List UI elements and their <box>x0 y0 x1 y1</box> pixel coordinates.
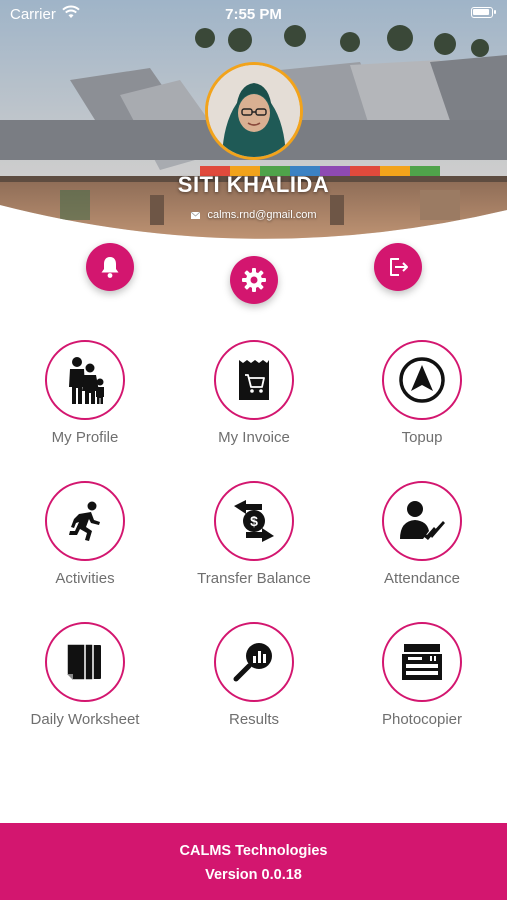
menu-item-circle <box>382 622 462 702</box>
mail-icon <box>190 211 200 219</box>
menu-item-my-invoice[interactable]: My Invoice <box>169 340 339 446</box>
menu-item-label: Activities <box>55 570 115 587</box>
invoice-icon <box>239 360 269 400</box>
notifications-button[interactable] <box>86 243 134 291</box>
menu-item-results[interactable]: Results <box>169 622 339 728</box>
money-transfer-icon: $ <box>234 500 274 542</box>
profile-header: Carrier 7:55 PM SITI KHALIDA calms.rnd@g… <box>0 0 507 250</box>
menu-item-circle <box>382 481 462 561</box>
menu-item-label: Topup <box>401 429 443 446</box>
family-icon <box>69 357 104 404</box>
battery-icon <box>471 7 496 18</box>
menu-item-circle <box>45 622 125 702</box>
menu-item-label: Results <box>228 711 280 728</box>
photocopier-icon <box>402 644 442 680</box>
menu-item-circle <box>214 622 294 702</box>
menu-item-circle: $ <box>214 481 294 561</box>
avatar[interactable] <box>205 62 303 160</box>
company-name: CALMS Technologies <box>179 843 328 859</box>
menu-item-attendance[interactable]: Attendance <box>337 481 507 587</box>
svg-text:$: $ <box>250 513 258 529</box>
footer: CALMS Technologies Version 0.0.18 <box>0 823 507 900</box>
menu-item-label: Attendance <box>384 570 460 587</box>
menu-item-label: Transfer Balance <box>197 570 311 587</box>
menu-item-circle <box>382 340 462 420</box>
gear-icon <box>242 268 266 292</box>
app-version: Version 0.0.18 <box>205 867 302 883</box>
menu-item-circle <box>214 340 294 420</box>
menu-item-transfer-balance[interactable]: $ Transfer Balance <box>169 481 339 587</box>
search-chart-icon <box>233 643 272 682</box>
menu-item-label: Photocopier <box>381 711 463 728</box>
running-person-icon <box>69 501 100 541</box>
menu-item-daily-worksheet[interactable]: Daily Worksheet <box>0 622 170 728</box>
logout-icon <box>390 258 408 276</box>
menu-item-activities[interactable]: Activities <box>0 481 170 587</box>
user-name: SITI KHALIDA <box>177 172 330 197</box>
menu-item-my-profile[interactable]: My Profile <box>0 340 170 446</box>
attendance-icon <box>400 501 445 540</box>
menu-item-label: My Invoice <box>218 429 290 446</box>
logout-button[interactable] <box>374 243 422 291</box>
bell-icon <box>101 257 119 278</box>
worksheet-icon <box>66 643 101 681</box>
menu-item-label: My Profile <box>51 429 119 446</box>
menu-item-photocopier[interactable]: Photocopier <box>337 622 507 728</box>
user-email: calms.rnd@gmail.com <box>207 209 317 221</box>
menu-item-label: Daily Worksheet <box>30 711 140 728</box>
status-bar: Carrier 7:55 PM <box>0 0 507 28</box>
menu-item-circle <box>45 340 125 420</box>
user-email-row: calms.rnd@gmail.com <box>0 209 507 221</box>
menu-item-topup[interactable]: Topup <box>337 340 507 446</box>
settings-button[interactable] <box>230 256 278 304</box>
navigation-arrow-icon <box>399 357 445 403</box>
menu-item-circle <box>45 481 125 561</box>
avatar-photo <box>208 65 300 157</box>
clock: 7:55 PM <box>225 6 282 23</box>
